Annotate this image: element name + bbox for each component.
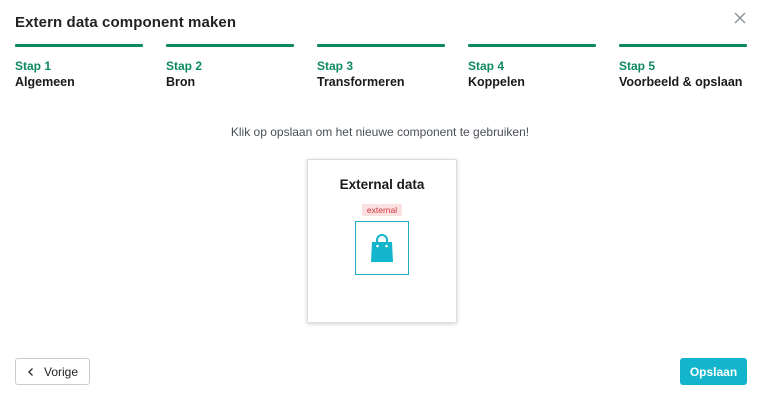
step-number: Stap 3 <box>317 59 354 73</box>
component-title: External data <box>339 177 425 192</box>
step-label: Bron <box>166 75 196 89</box>
back-button-label: Vorige <box>43 364 79 379</box>
step-number: Stap 5 <box>619 59 656 73</box>
close-icon[interactable] <box>732 10 748 26</box>
save-button-label: Opslaan <box>689 364 738 379</box>
step-1: Stap 1 Algemeen <box>15 44 143 89</box>
chevron-left-icon <box>27 367 33 376</box>
step-3: Stap 3 Transformeren <box>317 44 445 89</box>
step-label: Algemeen <box>15 75 75 89</box>
component-badge: external <box>361 204 403 216</box>
step-progress-bar <box>619 44 747 47</box>
step-progress-bar <box>468 44 596 47</box>
component-preview-card: External data external <box>307 159 457 323</box>
save-button[interactable]: Opslaan <box>680 358 747 385</box>
step-number: Stap 1 <box>15 59 52 73</box>
dialog-title: Extern data component maken <box>15 14 237 31</box>
step-progress-bar <box>15 44 143 47</box>
step-number: Stap 4 <box>468 59 505 73</box>
step-label: Voorbeeld & opslaan <box>619 75 743 89</box>
save-hint: Klik op opslaan om het nieuwe component … <box>230 125 530 139</box>
step-label: Transformeren <box>317 75 405 89</box>
shopping-bag-icon <box>371 234 393 262</box>
step-progress-bar <box>317 44 445 47</box>
step-5: Stap 5 Voorbeeld & opslaan <box>619 44 747 89</box>
component-icon-frame <box>355 221 409 275</box>
step-number: Stap 2 <box>166 59 203 73</box>
step-2: Stap 2 Bron <box>166 44 294 89</box>
step-4: Stap 4 Koppelen <box>468 44 596 89</box>
stepper: Stap 1 Algemeen Stap 2 Bron Stap 3 Trans… <box>15 44 747 89</box>
back-button[interactable]: Vorige <box>15 358 90 385</box>
step-label: Koppelen <box>468 75 525 89</box>
step-progress-bar <box>166 44 294 47</box>
